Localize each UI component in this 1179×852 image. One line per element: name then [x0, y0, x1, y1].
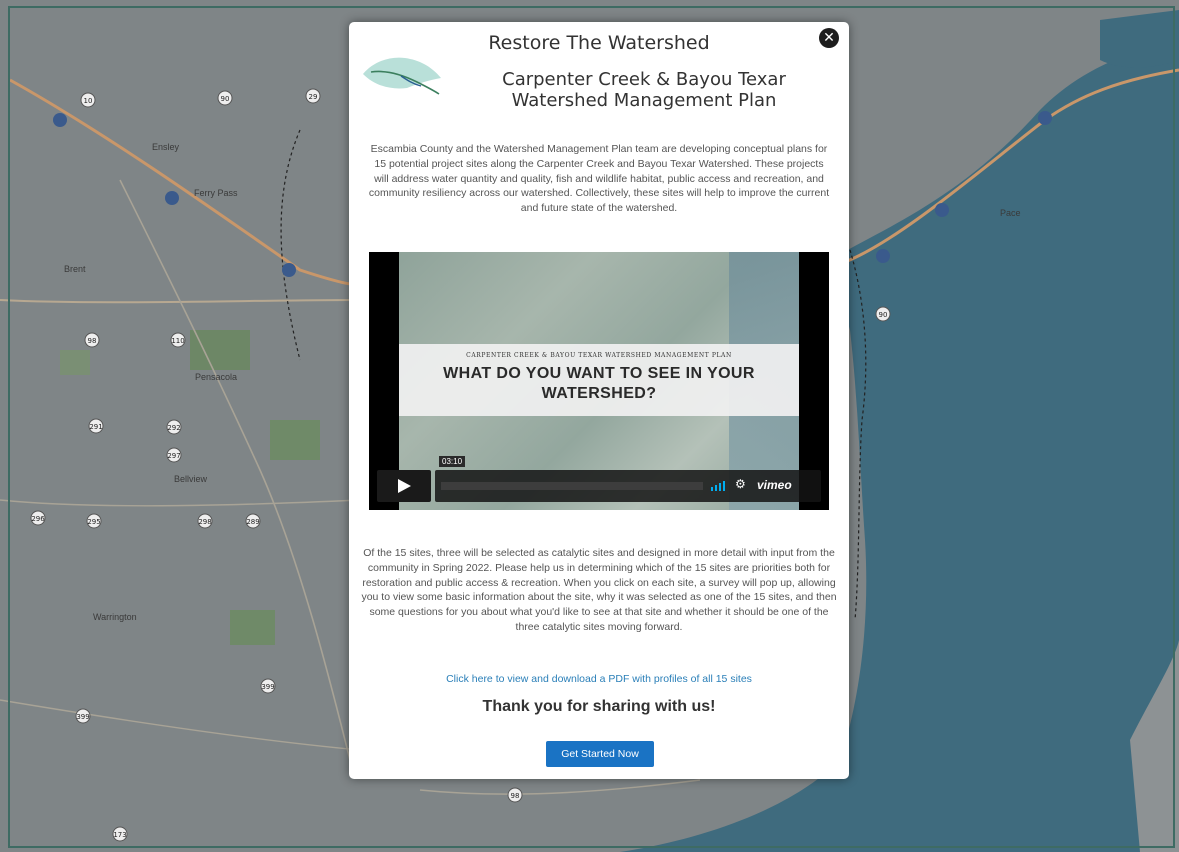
vimeo-logo[interactable]: vimeo	[757, 478, 792, 492]
map-shield-label: 98	[88, 337, 97, 345]
map-shield-label: 292	[167, 424, 180, 432]
watershed-logo	[363, 57, 441, 95]
play-icon[interactable]	[377, 470, 431, 502]
map-shield-label: 90	[221, 95, 230, 103]
instructions-text: Of the 15 sites, three will be selected …	[361, 547, 837, 633]
map-shield-label: 291	[89, 423, 102, 431]
map-shield-label: 173	[113, 831, 126, 839]
video-controls: 03:10 ⚙ vimeo	[377, 456, 821, 502]
video-player[interactable]: CARPENTER CREEK & BAYOU TEXAR WATERSHED …	[369, 252, 829, 510]
map-shield-label: 399	[261, 683, 274, 691]
map-shield-label: 90	[879, 311, 888, 319]
video-heading: WHAT DO YOU WANT TO SEE IN YOUR WATERSHE…	[443, 365, 755, 402]
map-place-label: Pensacola	[195, 372, 237, 382]
park-area	[230, 610, 275, 645]
modal-title: Restore The Watershed	[488, 32, 710, 54]
map-place-label: Bellview	[174, 474, 208, 484]
map-shield-label: 29	[309, 93, 318, 101]
video-progress-bar[interactable]	[441, 482, 703, 490]
intro-text: Escambia County and the Watershed Manage…	[368, 143, 830, 215]
map-place-label: Ensley	[152, 142, 180, 152]
map-shield-label: 298	[198, 518, 211, 526]
map-shield-label: 98	[511, 792, 520, 800]
park-area	[190, 330, 250, 370]
map-shield-label: 297	[167, 452, 180, 460]
map-place-label: Ferry Pass	[194, 188, 238, 198]
east-water	[1100, 10, 1179, 68]
map-shield-label: 399	[76, 713, 89, 721]
map-place-label: Warrington	[93, 612, 137, 622]
gear-icon[interactable]: ⚙	[735, 477, 746, 491]
pdf-download-link[interactable]: Click here to view and download a PDF wi…	[349, 673, 849, 685]
thank-you-heading: Thank you for sharing with us!	[482, 698, 716, 715]
volume-icon[interactable]	[711, 481, 727, 491]
park-area	[270, 420, 320, 460]
control-bar: 03:10 ⚙ vimeo	[435, 456, 821, 502]
video-timecode: 03:10	[439, 456, 466, 467]
modal-subtitle: Carpenter Creek & Bayou Texar Watershed …	[502, 69, 786, 111]
close-icon[interactable]: ✕	[819, 28, 839, 48]
map-shield-label: 295	[87, 518, 100, 526]
video-kicker: CARPENTER CREEK & BAYOU TEXAR WATERSHED …	[466, 352, 732, 359]
welcome-modal: Restore The Watershed ✕ Carpenter Creek …	[349, 22, 849, 779]
map-place-label: Pace	[1000, 208, 1021, 218]
map-place-label: Brent	[64, 264, 86, 274]
map-shield-label: 296	[31, 515, 45, 523]
video-title-banner: CARPENTER CREEK & BAYOU TEXAR WATERSHED …	[399, 344, 799, 416]
map-shield-label: 289	[246, 518, 259, 526]
map-shield-label: 110	[171, 337, 184, 345]
map-shield-label: 10	[84, 97, 93, 105]
park-area	[60, 350, 90, 375]
get-started-button[interactable]: Get Started Now	[546, 741, 654, 767]
